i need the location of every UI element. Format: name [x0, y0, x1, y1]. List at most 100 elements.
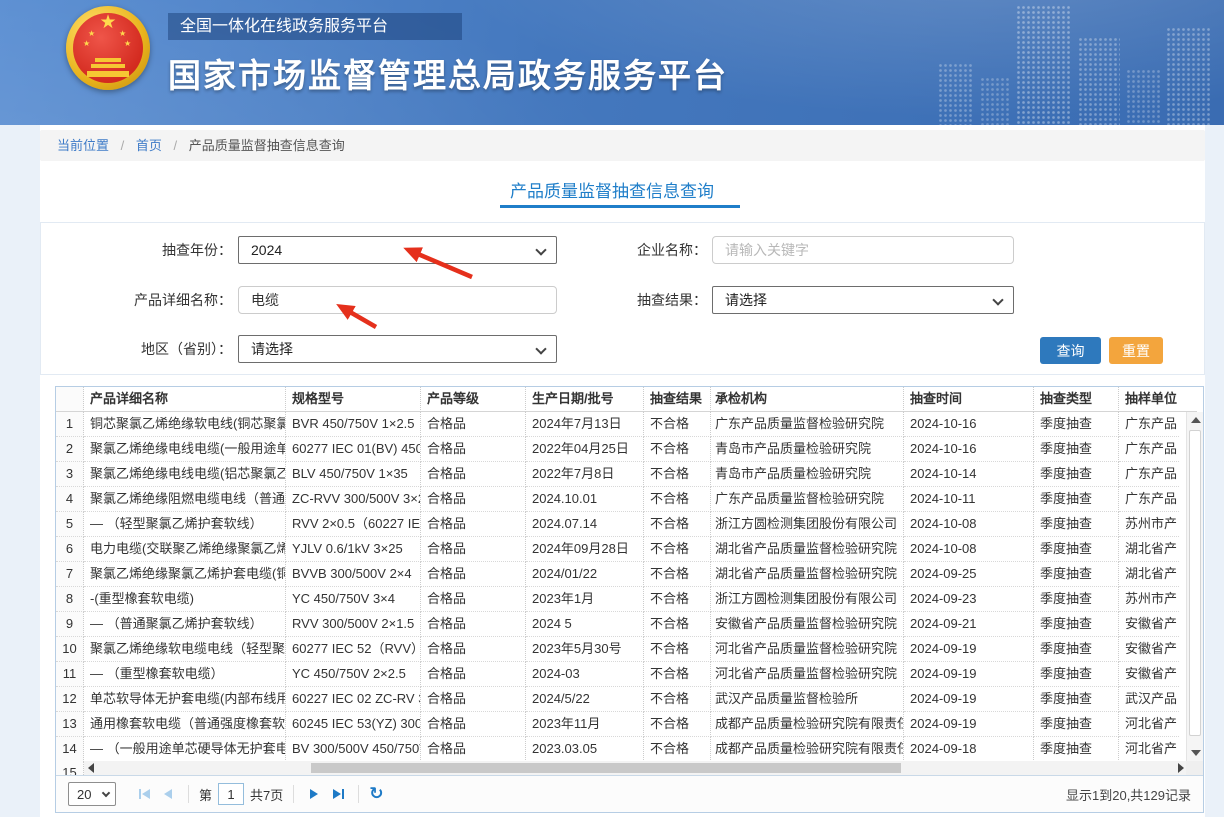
table-row[interactable]: 8-(重型橡套软电缆)YC 450/750V 3×4合格品2023年1月不合格浙…: [56, 587, 1186, 612]
cell-name: — （轻型聚氯乙烯护套软线）: [84, 512, 286, 537]
cell-model: BV 300/500V 450/750V 1: [286, 737, 421, 762]
chevron-down-icon: [535, 244, 546, 255]
page-number-input[interactable]: [218, 783, 244, 805]
horizontal-scrollbar[interactable]: [84, 761, 1188, 775]
cell-result: 不合格: [644, 662, 711, 687]
cell-agency: 湖北省产品质量监督检验研究院: [711, 562, 904, 587]
last-page-button[interactable]: [326, 783, 350, 805]
reset-button[interactable]: 重置: [1109, 337, 1163, 364]
table-row[interactable]: 2聚氯乙烯绝缘电线电缆(一般用途单芯硬60277 IEC 01(BV) 450/…: [56, 437, 1186, 462]
vertical-scroll-thumb[interactable]: [1189, 430, 1201, 736]
header-cell-unit[interactable]: 抽样单位: [1119, 387, 1179, 412]
table-row[interactable]: 10聚氯乙烯绝缘软电缆电线（轻型聚氯乙60277 IEC 52（RVV） 3×合…: [56, 637, 1186, 662]
header-cell-type[interactable]: 抽查类型: [1034, 387, 1119, 412]
horizontal-scroll-thumb[interactable]: [311, 763, 901, 773]
cell-num: 11: [56, 662, 84, 687]
table-row[interactable]: 7聚氯乙烯绝缘聚氯乙烯护套电缆(铜芯聚BVVB 300/500V 2×4合格品2…: [56, 562, 1186, 587]
table-row[interactable]: 3聚氯乙烯绝缘电线电缆(铝芯聚氯乙烯绝BLV 450/750V 1×35合格品2…: [56, 462, 1186, 487]
table-row[interactable]: 6电力电缆(交联聚乙烯绝缘聚氯乙烯护套YJLV 0.6/1kV 3×25合格品2…: [56, 537, 1186, 562]
result-label: 抽查结果：: [560, 286, 707, 314]
company-input[interactable]: [712, 236, 1014, 264]
company-label: 企业名称：: [560, 236, 707, 264]
header-cell-num[interactable]: [56, 387, 84, 412]
table-row[interactable]: 14— （一般用途单芯硬导体无护套电缆）BV 300/500V 450/750V…: [56, 737, 1186, 762]
scroll-left-arrow-icon[interactable]: [88, 763, 94, 773]
cell-time: 2024-10-08: [904, 512, 1034, 537]
cell-model: RVV 300/500V 2×1.5 （6: [286, 612, 421, 637]
cell-time: 2024-09-19: [904, 637, 1034, 662]
cell-num: 1: [56, 412, 84, 437]
cell-time: 2024-09-23: [904, 587, 1034, 612]
cell-name: — （重型橡套软电缆）: [84, 662, 286, 687]
next-page-button[interactable]: [302, 783, 326, 805]
cell-num: 13: [56, 712, 84, 737]
year-select-value: 2024: [251, 242, 282, 258]
header-cell-time[interactable]: 抽查时间: [904, 387, 1034, 412]
cell-type: 季度抽查: [1034, 662, 1119, 687]
scroll-up-arrow-icon[interactable]: [1191, 417, 1201, 423]
table-row[interactable]: 9— （普通聚氯乙烯护套软线）RVV 300/500V 2×1.5 （6合格品2…: [56, 612, 1186, 637]
breadcrumb-location-label: 当前位置: [57, 138, 109, 153]
cell-model: 60227 IEC 02 ZC-RV 300: [286, 687, 421, 712]
cell-unit: 安徽省产: [1119, 637, 1179, 662]
table-row[interactable]: 5— （轻型聚氯乙烯护套软线）RVV 2×0.5（60227 IEC合格品202…: [56, 512, 1186, 537]
table-row[interactable]: 11— （重型橡套软电缆）YC 450/750V 2×2.5合格品2024-03…: [56, 662, 1186, 687]
cell-date: 2024/5/22: [526, 687, 644, 712]
region-select[interactable]: 请选择: [238, 335, 557, 363]
cell-date: 2023年11月: [526, 712, 644, 737]
cell-grade: 合格品: [421, 412, 526, 437]
refresh-icon[interactable]: ↻: [369, 784, 383, 804]
product-name-input[interactable]: [238, 286, 557, 314]
vertical-scrollbar[interactable]: [1186, 412, 1203, 761]
pager-divider: [293, 785, 294, 803]
platform-subtitle: 全国一体化在线政务服务平台: [168, 13, 462, 40]
header-cell-result[interactable]: 抽查结果: [644, 387, 711, 412]
cell-result: 不合格: [644, 737, 711, 762]
result-select[interactable]: 请选择: [712, 286, 1014, 314]
search-button[interactable]: 查询: [1040, 337, 1101, 364]
product-name-label: 产品详细名称：: [40, 286, 232, 314]
cell-name: — （普通聚氯乙烯护套软线）: [84, 612, 286, 637]
header-cell-agency[interactable]: 承检机构: [711, 387, 904, 412]
cell-num: 4: [56, 487, 84, 512]
scroll-down-arrow-icon[interactable]: [1191, 750, 1201, 756]
cell-name: 聚氯乙烯绝缘聚氯乙烯护套电缆(铜芯聚: [84, 562, 286, 587]
cell-agency: 河北省产品质量监督检验研究院: [711, 637, 904, 662]
cell-type: 季度抽查: [1034, 437, 1119, 462]
cell-grade: 合格品: [421, 737, 526, 762]
cell-unit: 安徽省产: [1119, 612, 1179, 637]
table-row[interactable]: 12单芯软导体无护套电缆(内部布线用导体60227 IEC 02 ZC-RV 3…: [56, 687, 1186, 712]
building-graphic: [1016, 5, 1070, 125]
site-title: 国家市场监督管理总局政务服务平台: [168, 49, 728, 97]
scroll-right-arrow-icon[interactable]: [1178, 763, 1184, 773]
cell-model: YC 450/750V 2×2.5: [286, 662, 421, 687]
cell-result: 不合格: [644, 637, 711, 662]
first-page-button[interactable]: [132, 783, 156, 805]
table-row[interactable]: 13通用橡套软电缆（普通强度橡套软线）60245 IEC 53(YZ) 300/…: [56, 712, 1186, 737]
cell-unit: 广东产品: [1119, 487, 1179, 512]
breadcrumb-home-link[interactable]: 首页: [136, 138, 162, 153]
chevron-down-icon: [992, 294, 1003, 305]
cell-unit: 广东产品: [1119, 462, 1179, 487]
cell-num: 3: [56, 462, 84, 487]
cell-agency: 广东产品质量监督检验研究院: [711, 412, 904, 437]
year-select[interactable]: 2024: [238, 236, 557, 264]
cell-grade: 合格品: [421, 537, 526, 562]
cell-num: 2: [56, 437, 84, 462]
header-cell-date[interactable]: 生产日期/批号: [526, 387, 644, 412]
cell-time: 2024-10-11: [904, 487, 1034, 512]
cell-unit: 河北省产: [1119, 712, 1179, 737]
header-cell-model[interactable]: 规格型号: [286, 387, 421, 412]
prev-page-button[interactable]: [156, 783, 180, 805]
table-row[interactable]: 4聚氯乙烯绝缘阻燃电缆电线（普通聚氯ZC-RVV 300/500V 3×2.5合…: [56, 487, 1186, 512]
table-row[interactable]: 1铜芯聚氯乙烯绝缘软电线(铜芯聚氯乙烯绝缘BVR 450/750V 1×2.5合…: [56, 412, 1186, 437]
tab-product-quality-query[interactable]: 产品质量监督抽查信息查询: [0, 177, 1224, 202]
breadcrumb-separator: /: [121, 138, 125, 153]
page-size-select[interactable]: 20: [68, 782, 116, 806]
building-graphic: [1166, 27, 1212, 125]
header-cell-grade[interactable]: 产品等级: [421, 387, 526, 412]
cell-grade: 合格品: [421, 712, 526, 737]
cell-date: 2024 5: [526, 612, 644, 637]
cell-time: 2024-09-19: [904, 662, 1034, 687]
header-cell-name[interactable]: 产品详细名称: [84, 387, 286, 412]
